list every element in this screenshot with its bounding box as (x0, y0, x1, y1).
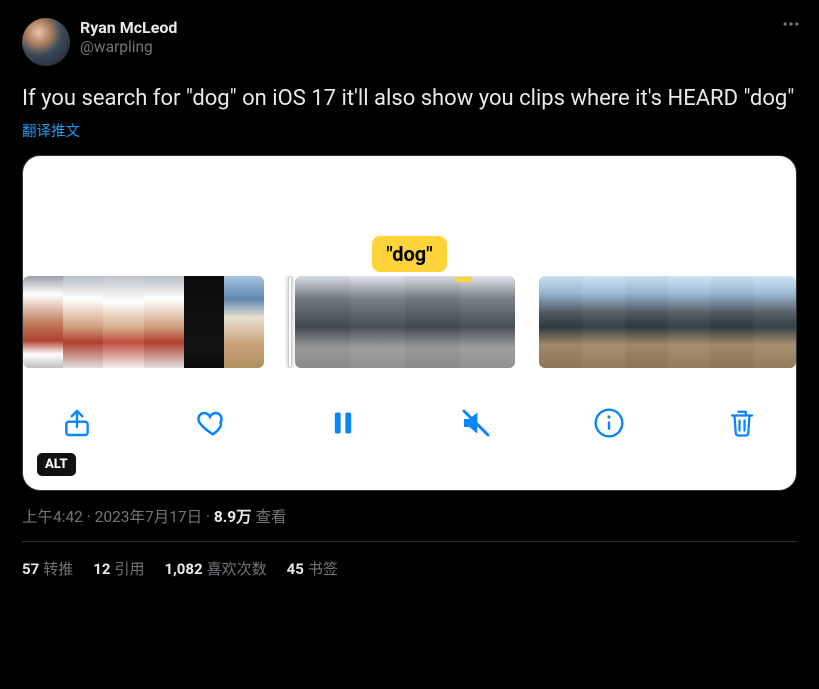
video-frame (224, 276, 264, 368)
retweets-stat[interactable]: 57转推 (22, 558, 73, 579)
tweet-text: If you search for "dog" on iOS 17 it'll … (22, 84, 797, 114)
video-frame (23, 276, 63, 368)
like-button[interactable] (190, 403, 230, 443)
video-timeline[interactable] (23, 276, 796, 368)
video-frame (539, 276, 582, 368)
tweet-container: Ryan McLeod @warpling If you search for … (4, 4, 815, 579)
video-frame (460, 276, 515, 368)
playhead[interactable] (288, 276, 292, 368)
video-frame (144, 276, 184, 368)
pause-button[interactable] (323, 403, 363, 443)
video-frame (63, 276, 103, 368)
video-frame (668, 276, 711, 368)
display-name: Ryan McLeod (80, 18, 177, 38)
view-count: 8.9万 (214, 508, 252, 526)
quotes-stat[interactable]: 12引用 (93, 558, 144, 579)
alt-badge[interactable]: ALT (37, 453, 76, 476)
video-frame (184, 276, 224, 368)
bookmarks-stat[interactable]: 45书签 (287, 558, 338, 579)
heart-icon (193, 406, 227, 440)
share-icon (61, 407, 93, 439)
clip-group-2[interactable] (288, 276, 515, 368)
video-frame (405, 276, 460, 368)
caption-bubble: "dog" (372, 236, 446, 272)
view-label: 查看 (252, 508, 287, 526)
engagement-stats: 57转推 12引用 1,082喜欢次数 45书签 (22, 542, 797, 579)
tweet-header: Ryan McLeod @warpling (22, 18, 797, 66)
ellipsis-icon (781, 14, 801, 34)
video-frame (295, 276, 350, 368)
video-frame (710, 276, 753, 368)
media-toolbar (23, 368, 796, 458)
clip-group-3[interactable] (539, 276, 796, 368)
video-frame (350, 276, 405, 368)
more-options-button[interactable] (781, 14, 801, 39)
timeline-marker (456, 277, 472, 282)
translate-link[interactable]: 翻译推文 (22, 120, 797, 141)
caption-row: "dog" (23, 156, 796, 276)
media-attachment[interactable]: "dog" (22, 155, 797, 491)
video-frame (103, 276, 143, 368)
info-button[interactable] (589, 403, 629, 443)
speaker-muted-icon (460, 407, 492, 439)
avatar[interactable] (22, 18, 70, 66)
clip-group-1[interactable] (23, 276, 264, 368)
video-frame (582, 276, 625, 368)
delete-button[interactable] (722, 403, 762, 443)
share-button[interactable] (57, 403, 97, 443)
tweet-date[interactable]: 2023年7月17日 (95, 508, 202, 526)
info-icon (593, 407, 625, 439)
mute-button[interactable] (456, 403, 496, 443)
video-frame (625, 276, 668, 368)
trash-icon (727, 408, 757, 438)
tweet-time[interactable]: 上午4:42 (22, 508, 83, 526)
user-info[interactable]: Ryan McLeod @warpling (80, 18, 177, 57)
likes-stat[interactable]: 1,082喜欢次数 (164, 558, 266, 579)
video-frame (753, 276, 796, 368)
tweet-meta: 上午4:42 · 2023年7月17日 · 8.9万 查看 (22, 505, 797, 527)
user-handle: @warpling (80, 38, 177, 57)
pause-icon (329, 409, 357, 437)
